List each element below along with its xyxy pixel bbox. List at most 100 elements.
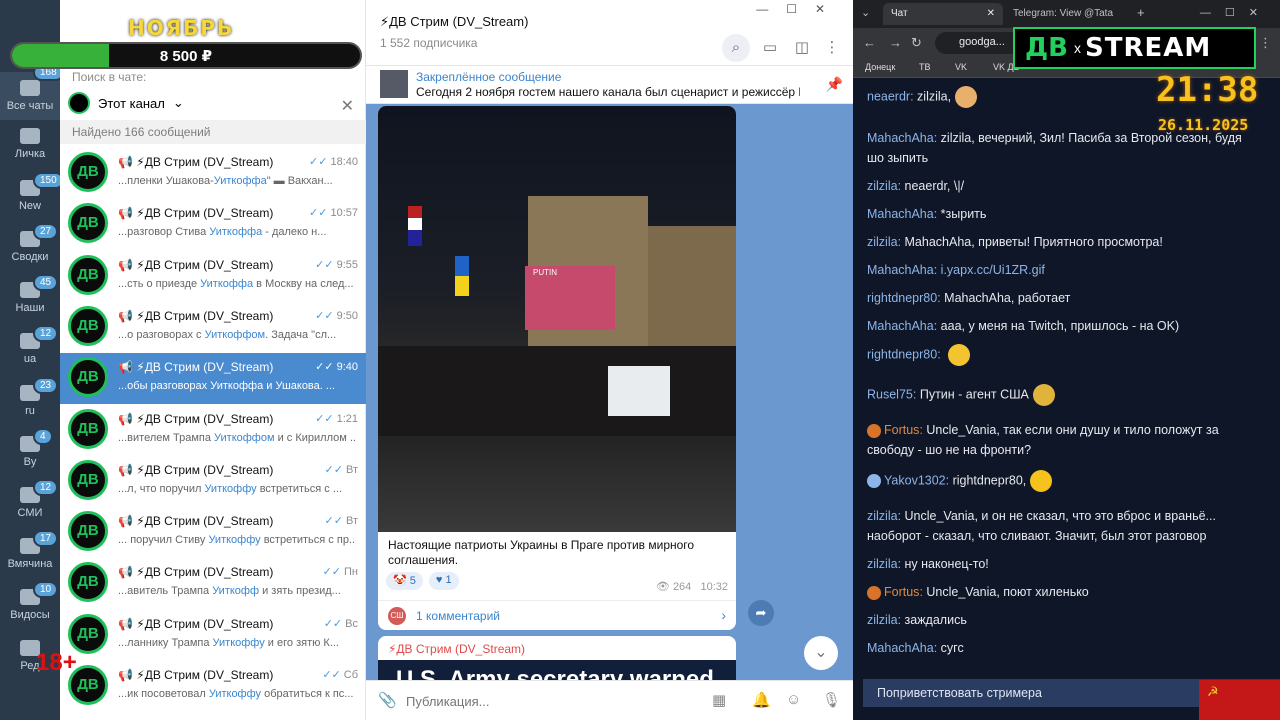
channel-filter-label: Этот канал xyxy=(98,95,165,111)
rail-folder-6[interactable]: ru 23 xyxy=(0,377,60,433)
result-name: ⚡ДВ Стрим (DV_Stream) xyxy=(136,411,274,426)
reaction-chip[interactable]: 🤡 5 xyxy=(386,572,423,590)
message-input[interactable] xyxy=(406,691,686,711)
result-time-text: Вс xyxy=(345,617,358,630)
snippet-post: и его зятю К... xyxy=(264,636,339,649)
bookmark-item[interactable]: Донецк xyxy=(865,62,895,72)
chat-nick[interactable]: zilzila xyxy=(867,509,898,523)
post-video[interactable]: PUTIN xyxy=(378,106,736,532)
channel-avatar: ДВ xyxy=(68,305,108,346)
address-text: goodga... xyxy=(959,36,1005,48)
chat-nick[interactable]: Fortus xyxy=(884,423,919,437)
search-result-row[interactable]: ДВ 📢 ⚡ДВ Стрим (DV_Stream) ✓✓ Вс ...ланнику … xyxy=(60,610,366,661)
forward-icon[interactable]: → xyxy=(889,35,902,50)
chat-nick[interactable]: rightdnepr80 xyxy=(867,291,937,305)
chat-message: MahachAha: i.yapx.cc/Ui1ZR.gif xyxy=(867,260,1247,280)
microphone-icon[interactable]: 🎙 xyxy=(822,691,841,709)
reaction-count: 1 xyxy=(445,574,452,586)
chat-nick[interactable]: zilzila xyxy=(867,235,898,249)
new-tab-icon[interactable]: + xyxy=(1137,5,1145,20)
scroll-down-icon[interactable]: ⌄ xyxy=(804,636,838,670)
megaphone-icon: 📢 xyxy=(118,155,137,169)
chat-nick[interactable]: MahachAha xyxy=(867,263,934,277)
rail-folder-0[interactable]: Все чаты 168 xyxy=(0,64,64,120)
chat-link[interactable]: i.yapx.cc/Ui1ZR.gif xyxy=(941,263,1045,277)
flag-image xyxy=(408,206,422,246)
chat-nick[interactable]: Yakov1302 xyxy=(884,473,946,487)
chat-nick[interactable]: MahachAha xyxy=(867,641,934,655)
back-icon[interactable]: ← xyxy=(863,35,876,50)
snippet-post: встретиться с пр... xyxy=(260,534,356,547)
search-result-row[interactable]: ДВ 📢 ⚡ДВ Стрим (DV_Stream) ✓✓ 18:40 ...пленк… xyxy=(60,148,366,199)
megaphone-icon: 📢 xyxy=(118,616,137,631)
reaction-chip[interactable]: ♥ 1 xyxy=(428,572,459,590)
post-time: 10:32 xyxy=(700,581,728,593)
chat-nick[interactable]: zilzila xyxy=(867,613,898,627)
snippet-pre: ...ланнику Трампа xyxy=(118,636,213,649)
search-result-row[interactable]: ДВ 📢 ⚡ДВ Стрим (DV_Stream) ✓✓ 9:50 ...о разг… xyxy=(60,302,366,353)
sidebar-toggle-icon[interactable]: ◫ xyxy=(788,34,816,62)
rail-folder-8[interactable]: СМИ 12 xyxy=(0,479,60,535)
search-result-row[interactable]: ДВ 📢 ⚡ДВ Стрим (DV_Stream) ✓✓ 9:40 ...обы ра… xyxy=(60,353,366,405)
pinned-message-bar[interactable]: Закреплённое сообщение Сегодня 2 ноября … xyxy=(366,66,853,104)
comments-icon[interactable]: ▭ xyxy=(756,34,784,62)
search-icon[interactable]: ⌕ xyxy=(722,34,750,62)
window-controls[interactable]: —☐✕ xyxy=(1200,6,1272,19)
close-icon[interactable]: ✕ xyxy=(341,96,354,116)
close-icon[interactable]: ✕ xyxy=(987,8,995,19)
reload-icon[interactable]: ↻ xyxy=(911,35,922,51)
result-time-text: Вт xyxy=(345,515,358,528)
pin-list-icon[interactable]: 📌 xyxy=(826,76,843,93)
rail-folder-2[interactable]: New 150 xyxy=(0,172,64,228)
chat-nick[interactable]: neaerdr xyxy=(867,89,910,103)
search-result-row[interactable]: ДВ 📢 ⚡ДВ Стрим (DV_Stream) ✓✓ 10:57 ...разго… xyxy=(60,199,366,250)
snippet-highlight: Уиткоффа xyxy=(213,175,267,187)
channel-title[interactable]: ⚡ДВ Стрим (DV_Stream) xyxy=(380,14,528,30)
rail-folder-3[interactable]: Сводки 27 xyxy=(0,223,60,279)
search-result-row[interactable]: ДВ 📢 ⚡ДВ Стрим (DV_Stream) ✓✓ Пн ...авитель … xyxy=(60,558,366,609)
channel-view: ⚡ДВ Стрим (DV_Stream) 1 552 подписчика ⌕… xyxy=(366,0,853,720)
chat-nick[interactable]: Fortus xyxy=(884,585,919,599)
rail-folder-9[interactable]: Вмячина 17 xyxy=(0,530,60,586)
post-caption: Настоящие патриоты Украины в Праге проти… xyxy=(388,538,695,567)
chat-nick[interactable]: MahachAha xyxy=(867,207,934,221)
comments-link[interactable]: СШ 1 комментарий › xyxy=(378,600,736,630)
channel-filter-dropdown[interactable]: Этот канал ⌄ xyxy=(68,92,184,114)
chat-nick[interactable]: Rusel75 xyxy=(867,387,913,401)
tab-telegram[interactable]: Telegram: View @Tata xyxy=(1005,3,1135,25)
chat-nick[interactable]: zilzila xyxy=(867,179,898,193)
result-channel-name: 📢 ⚡ДВ Стрим (DV_Stream) xyxy=(118,258,273,272)
donation-progress-bar: 8 500 ₽ xyxy=(10,42,362,69)
attach-icon[interactable]: 📎 xyxy=(378,691,397,709)
chat-nick[interactable]: MahachAha xyxy=(867,319,934,333)
search-result-row[interactable]: ДВ 📢 ⚡ДВ Стрим (DV_Stream) ✓✓ 9:55 ...сть о … xyxy=(60,251,366,302)
tab-chat[interactable]: Чат ✕ xyxy=(883,3,1003,25)
bell-icon[interactable]: 🔔 xyxy=(752,691,771,709)
search-result-row[interactable]: ДВ 📢 ⚡ДВ Стрим (DV_Stream) ✓✓ Вт ... поручил… xyxy=(60,507,366,558)
schedule-icon[interactable]: ▦ xyxy=(712,691,726,709)
channel-avatar: ДВ xyxy=(68,562,108,603)
chat-nick[interactable]: zilzila xyxy=(867,557,898,571)
tab-search-icon[interactable]: ⌄ xyxy=(861,6,870,19)
emoji-icon[interactable]: ☺ xyxy=(786,691,801,708)
rail-folder-5[interactable]: ua 12 xyxy=(0,325,60,381)
search-result-row[interactable]: ДВ 📢 ⚡ДВ Стрим (DV_Stream) ✓✓ Сб ...ик посов… xyxy=(60,661,366,712)
bookmark-item[interactable]: VK xyxy=(955,62,967,72)
nick-colon: : xyxy=(897,179,905,193)
search-result-row[interactable]: ДВ 📢 ⚡ДВ Стрим (DV_Stream) ✓✓ 1:21 ...вителе… xyxy=(60,405,366,456)
bookmark-item[interactable]: ТВ xyxy=(919,62,931,72)
result-time-text: 10:57 xyxy=(330,207,358,220)
chat-nick[interactable]: MahachAha xyxy=(867,131,934,145)
menu-icon[interactable]: ⋮ xyxy=(1259,35,1272,51)
rail-folder-7[interactable]: By 4 xyxy=(0,428,60,484)
chat-nick[interactable]: rightdnepr80 xyxy=(867,347,937,361)
share-icon[interactable]: ➦ xyxy=(748,600,774,626)
search-result-row[interactable]: ДВ 📢 ⚡ДВ Стрим (DV_Stream) ✓✓ Вт ...л, что п… xyxy=(60,456,366,507)
rail-folder-4[interactable]: Наши 45 xyxy=(0,274,60,330)
rail-folder-label: Наши xyxy=(15,302,45,314)
rail-folder-1[interactable]: Личка xyxy=(0,128,60,176)
rail-folder-10[interactable]: Видосы 10 xyxy=(0,581,60,637)
search-input[interactable]: Поиск в чате: xyxy=(72,70,146,84)
more-icon[interactable]: ⋮ xyxy=(818,34,846,62)
window-controls[interactable]: —☐✕ xyxy=(756,2,843,16)
